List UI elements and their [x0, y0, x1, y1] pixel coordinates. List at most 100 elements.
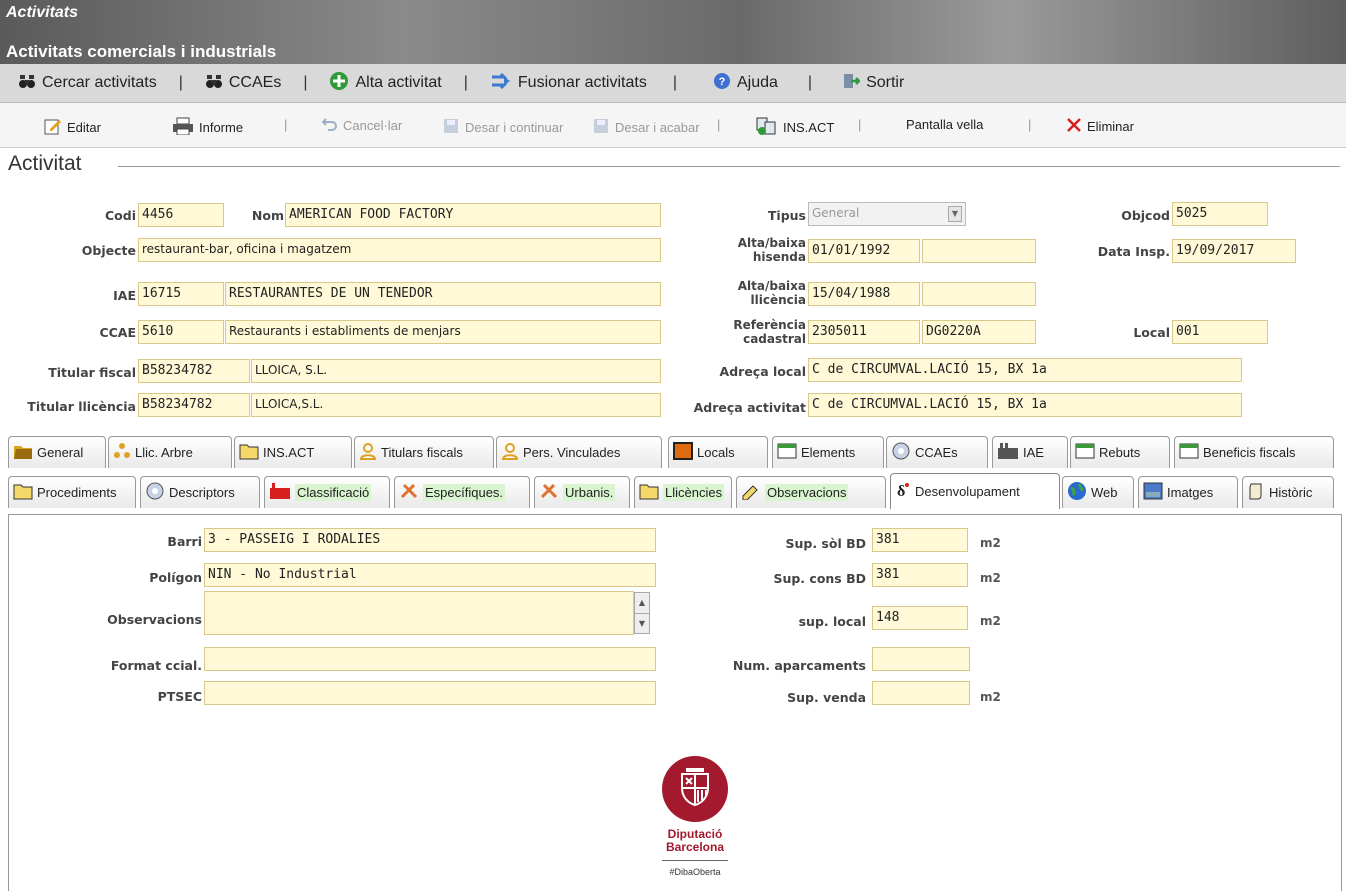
- tab-web[interactable]: Web: [1062, 476, 1134, 508]
- scroll-down-icon[interactable]: ▼: [635, 614, 649, 634]
- pantalla-vella-button[interactable]: Pantalla vella: [906, 117, 983, 132]
- nom-label: Nom: [251, 208, 284, 223]
- alta-hisenda-field[interactable]: 01/01/1992: [808, 239, 920, 263]
- data-insp-label: Data Insp.: [1097, 244, 1170, 259]
- section-title: Activitat: [8, 152, 82, 175]
- folder-open-icon: [13, 482, 33, 503]
- objecte-field[interactable]: restaurant-bar, oficina i magatzem: [138, 238, 661, 262]
- tab-historic[interactable]: Històric: [1242, 476, 1334, 508]
- menu-label: Sortir: [866, 74, 905, 91]
- tab-ccaes[interactable]: CCAEs: [886, 436, 988, 468]
- tab-locals[interactable]: Locals: [668, 436, 768, 468]
- tab-descriptors[interactable]: Descriptors: [140, 476, 260, 508]
- adreca-local-field[interactable]: C de CIRCUMVAL.LACIÓ 15, BX 1a: [808, 358, 1242, 382]
- tab-observacions[interactable]: Observacions: [736, 476, 886, 508]
- titular-llicencia-nif-field[interactable]: B58234782: [138, 393, 250, 417]
- toolbar-separator: |: [717, 117, 721, 132]
- logo-name: Diputació Barcelona: [660, 828, 730, 854]
- alta-llicencia-field[interactable]: 15/04/1988: [808, 282, 920, 306]
- tab-titulars-fiscals[interactable]: Titulars fiscals: [354, 436, 494, 468]
- tab-label: Pers. Vinculades: [523, 445, 621, 460]
- desar-continuar-button[interactable]: Desar i continuar: [442, 117, 563, 138]
- tab-general[interactable]: General: [8, 436, 106, 468]
- factory-red-icon: [269, 482, 291, 503]
- insact-button[interactable]: INS.ACT: [756, 117, 834, 138]
- sup-cons-field[interactable]: 381: [872, 563, 968, 587]
- tab-pers-vinculades[interactable]: Pers. Vinculades: [496, 436, 662, 468]
- ref-cadastral-label-line2: cadastral: [743, 332, 806, 346]
- adreca-activitat-field[interactable]: C de CIRCUMVAL.LACIÓ 15, BX 1a: [808, 393, 1242, 417]
- sup-local-field[interactable]: 148: [872, 606, 968, 630]
- format-ccial-field[interactable]: [204, 647, 656, 671]
- informe-button[interactable]: Informe: [172, 117, 243, 138]
- tab-elements[interactable]: Elements: [772, 436, 884, 468]
- menu-cercar-activitats[interactable]: Cercar activitats: [18, 73, 157, 94]
- tab-rebuts[interactable]: Rebuts: [1070, 436, 1170, 468]
- iae-code-field[interactable]: 16715: [138, 282, 224, 306]
- tab-ins-act[interactable]: INS.ACT: [234, 436, 352, 468]
- observacions-scrollbar[interactable]: ▲ ▼: [634, 592, 650, 634]
- printer-icon: [172, 117, 194, 138]
- alta-llicencia-label-line1: Alta/baixa: [737, 279, 806, 293]
- tab-especifiques[interactable]: Específiques.: [394, 476, 530, 508]
- factory-icon: [997, 442, 1019, 463]
- ccae-desc-field[interactable]: Restaurants i establiments de menjars: [225, 320, 661, 344]
- tab-label: Urbanis.: [563, 484, 616, 501]
- sup-venda-field[interactable]: [872, 681, 970, 705]
- codi-field[interactable]: 4456: [138, 203, 224, 227]
- scroll-up-icon[interactable]: ▲: [635, 593, 649, 614]
- ref-cadastral-2-field[interactable]: DG0220A: [922, 320, 1036, 344]
- menu-alta-activitat[interactable]: Alta activitat: [329, 71, 442, 96]
- tab-procediments[interactable]: Procediments: [8, 476, 136, 508]
- delete-x-icon: [1066, 117, 1082, 136]
- chevron-down-icon[interactable]: ▼: [948, 206, 962, 222]
- tab-llic-arbre[interactable]: Llic. Arbre: [108, 436, 232, 468]
- ref-cadastral-1-field[interactable]: 2305011: [808, 320, 920, 344]
- cancellar-button[interactable]: Cancel·lar: [321, 117, 402, 134]
- tab-classificacio[interactable]: Classificació: [264, 476, 390, 508]
- menu-fusionar-activitats[interactable]: Fusionar activitats: [490, 72, 647, 94]
- section-divider: [118, 166, 1340, 167]
- data-insp-field[interactable]: 19/09/2017: [1172, 239, 1296, 263]
- desar-acabar-button[interactable]: Desar i acabar: [592, 117, 700, 138]
- tab-beneficis-fiscals[interactable]: Beneficis fiscals: [1174, 436, 1334, 468]
- menu-ccaes[interactable]: CCAEs: [205, 73, 281, 94]
- tab-desenvolupament[interactable]: δ Desenvolupament: [890, 473, 1060, 509]
- binoculars-icon: [18, 73, 36, 94]
- tab-iae[interactable]: IAE: [992, 436, 1068, 468]
- tabs-row-2: Procediments Descriptors Classificació E…: [8, 473, 1340, 509]
- editar-label: Editar: [67, 120, 101, 135]
- nom-field[interactable]: AMERICAN FOOD FACTORY: [285, 203, 661, 227]
- editar-button[interactable]: Editar: [44, 117, 101, 138]
- alta-hisenda-label-line1: Alta/baixa: [737, 236, 806, 250]
- tab-imatges[interactable]: Imatges: [1138, 476, 1238, 508]
- baixa-llicencia-field[interactable]: [922, 282, 1036, 306]
- tab-label: Desenvolupament: [915, 484, 1020, 499]
- barri-field[interactable]: 3 - PASSEIG I RODALIES: [204, 528, 656, 552]
- tab-urbanis[interactable]: Urbanis.: [534, 476, 630, 508]
- objcod-field[interactable]: 5025: [1172, 202, 1268, 226]
- titular-fiscal-nif-field[interactable]: B58234782: [138, 359, 250, 383]
- tipus-select[interactable]: General ▼: [808, 202, 966, 226]
- format-ccial-label: Format ccial.: [110, 658, 202, 673]
- iae-desc-field[interactable]: RESTAURANTES DE UN TENEDOR: [225, 282, 661, 306]
- sup-sol-field[interactable]: 381: [872, 528, 968, 552]
- eliminar-button[interactable]: Eliminar: [1066, 117, 1134, 136]
- ptsec-field[interactable]: [204, 681, 656, 705]
- tab-label: CCAEs: [915, 445, 958, 460]
- menu-sortir[interactable]: Sortir: [842, 72, 904, 95]
- num-aparcaments-field[interactable]: [872, 647, 970, 671]
- baixa-hisenda-field[interactable]: [922, 239, 1036, 263]
- observacions-textarea[interactable]: [204, 591, 634, 635]
- titular-llicencia-nom-field[interactable]: LLOICA,S.L.: [251, 393, 661, 417]
- tab-llicencies[interactable]: Llicències: [634, 476, 732, 508]
- objecte-label: Objecte: [81, 243, 136, 258]
- codi-label: Codi: [105, 208, 136, 223]
- menu-ajuda[interactable]: ? Ajuda: [713, 72, 778, 95]
- ccae-code-field[interactable]: 5610: [138, 320, 224, 344]
- titular-fiscal-nom-field[interactable]: LLOICA, S.L.: [251, 359, 661, 383]
- desar-continuar-label: Desar i continuar: [465, 120, 564, 135]
- local-field[interactable]: 001: [1172, 320, 1268, 344]
- tab-label: Locals: [697, 445, 735, 460]
- poligon-field[interactable]: NIN - No Industrial: [204, 563, 656, 587]
